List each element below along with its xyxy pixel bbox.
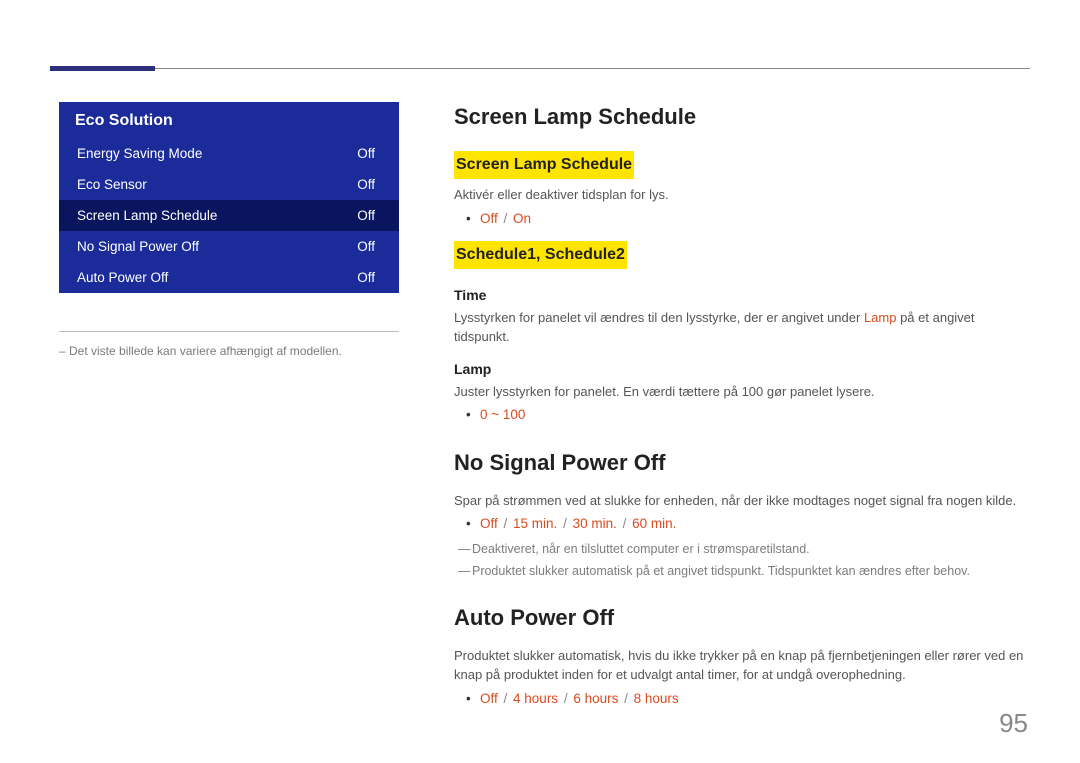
- menu-row-label: Screen Lamp Schedule: [77, 208, 217, 223]
- heading-time: Time: [454, 285, 1024, 306]
- menu-row-label: Eco Sensor: [77, 177, 147, 192]
- menu-row-screen-lamp-schedule[interactable]: Screen Lamp Schedule Off: [59, 200, 399, 231]
- option-value: On: [513, 211, 531, 226]
- eco-solution-menu: Eco Solution Energy Saving ModeOffEco Se…: [59, 102, 399, 293]
- option-value: 4 hours: [513, 691, 558, 706]
- desc-lamp: Juster lysstyrken for panelet. En værdi …: [454, 382, 1024, 402]
- option-value: 30 min.: [573, 516, 617, 531]
- menu-row-label: Auto Power Off: [77, 270, 168, 285]
- opts-apo: Off / 4 hours / 6 hours / 8 hours: [480, 689, 1024, 709]
- heading-screen-lamp-schedule: Screen Lamp Schedule: [454, 100, 1024, 133]
- option-value: 60 min.: [632, 516, 676, 531]
- header-accent: [50, 66, 155, 71]
- option-value: 8 hours: [634, 691, 679, 706]
- opts-sls: Off / On: [480, 209, 1024, 229]
- opts-lamp: 0 ~ 100: [480, 405, 1024, 425]
- menu-row-label: No Signal Power Off: [77, 239, 199, 254]
- menu-row-label: Energy Saving Mode: [77, 146, 202, 161]
- desc-time-a: Lysstyrken for panelet vil ændres til de…: [454, 310, 864, 325]
- header-rule: [50, 68, 1030, 69]
- lamp-range: 0 ~ 100: [480, 407, 525, 422]
- menu-row-energy-saving-mode[interactable]: Energy Saving Mode Off: [59, 138, 399, 169]
- page-number: 95: [999, 708, 1028, 739]
- menu-row-value: Off: [357, 239, 381, 254]
- desc-time-hl: Lamp: [864, 310, 897, 325]
- option-value: Off: [480, 211, 498, 226]
- option-separator: /: [498, 516, 513, 531]
- option-separator: /: [617, 516, 632, 531]
- left-divider: [59, 331, 399, 332]
- note-nspo-1: Deaktiveret, når en tilsluttet computer …: [454, 540, 1024, 559]
- menu-row-value: Off: [357, 270, 381, 285]
- option-value: 6 hours: [573, 691, 618, 706]
- option-value: 15 min.: [513, 516, 557, 531]
- menu-title: Eco Solution: [59, 102, 399, 138]
- option-separator: /: [557, 516, 572, 531]
- option-value: Off: [480, 516, 498, 531]
- heading-auto-power-off: Auto Power Off: [454, 601, 1024, 634]
- menu-row-value: Off: [357, 208, 381, 223]
- option-separator: /: [558, 691, 573, 706]
- subheading-screen-lamp-schedule: Screen Lamp Schedule: [454, 151, 634, 179]
- option-separator: /: [618, 691, 633, 706]
- opts-nspo: Off / 15 min. / 30 min. / 60 min.: [480, 514, 1024, 534]
- desc-sls: Aktivér eller deaktiver tidsplan for lys…: [454, 185, 1024, 205]
- image-disclaimer: – Det viste billede kan variere afhængig…: [59, 342, 399, 360]
- heading-lamp: Lamp: [454, 359, 1024, 380]
- content: Screen Lamp Schedule Screen Lamp Schedul…: [454, 100, 1024, 715]
- desc-nspo: Spar på strømmen ved at slukke for enhed…: [454, 491, 1024, 511]
- menu-row-eco-sensor[interactable]: Eco Sensor Off: [59, 169, 399, 200]
- option-separator: /: [498, 691, 513, 706]
- menu-row-no-signal-power-off[interactable]: No Signal Power Off Off: [59, 231, 399, 262]
- menu-row-auto-power-off[interactable]: Auto Power Off Off: [59, 262, 399, 293]
- heading-no-signal-power-off: No Signal Power Off: [454, 446, 1024, 479]
- option-value: Off: [480, 691, 498, 706]
- menu-row-value: Off: [357, 146, 381, 161]
- desc-time: Lysstyrken for panelet vil ændres til de…: [454, 308, 1024, 347]
- menu-row-value: Off: [357, 177, 381, 192]
- note-nspo-2: Produktet slukker automatisk på et angiv…: [454, 562, 1024, 581]
- subheading-schedule12: Schedule1, Schedule2: [454, 241, 627, 269]
- desc-apo: Produktet slukker automatisk, hvis du ik…: [454, 646, 1024, 685]
- option-separator: /: [498, 211, 513, 226]
